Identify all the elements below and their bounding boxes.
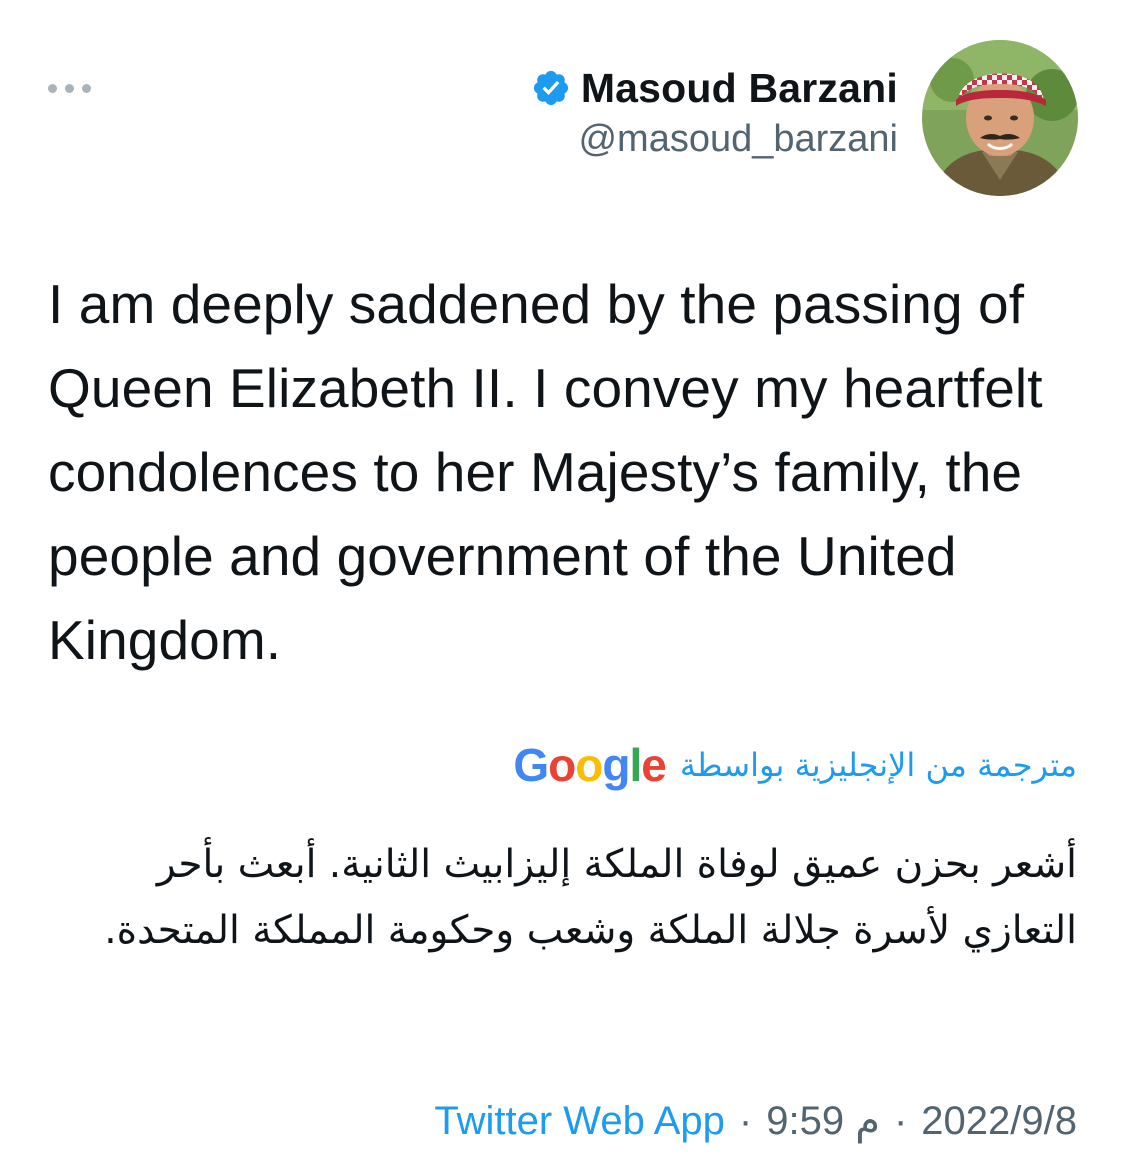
meta-separator: ·: [893, 1098, 908, 1143]
tweet-text: I am deeply saddened by the passing of Q…: [48, 273, 1043, 671]
meta-separator: ·: [738, 1098, 753, 1143]
tweet-meta: Twitter Web App · 9:59 م · 2022/9/8: [434, 1098, 1077, 1144]
more-dot: [48, 83, 57, 93]
translation-attribution[interactable]: مترجمة من الإنجليزية بواسطة Google: [513, 742, 1077, 788]
translation-label: مترجمة من الإنجليزية بواسطة: [679, 746, 1077, 784]
verified-badge-icon: [533, 70, 568, 106]
tweet-time[interactable]: 9:59 م: [766, 1098, 880, 1144]
google-logo-icon: Google: [513, 739, 666, 791]
tweet-date[interactable]: 2022/9/8: [921, 1099, 1077, 1144]
avatar-image: [922, 40, 1078, 196]
more-dot: [82, 83, 91, 93]
source-link[interactable]: Twitter Web App: [434, 1099, 725, 1144]
display-name[interactable]: Masoud Barzani: [581, 65, 898, 112]
user-handle[interactable]: @masoud_barzani: [531, 118, 898, 161]
author-block: Masoud Barzani @masoud_barzani: [531, 60, 898, 161]
more-dot: [65, 83, 74, 93]
name-row: Masoud Barzani: [531, 60, 898, 116]
avatar[interactable]: [922, 40, 1078, 196]
translated-text: أشعر بحزن عميق لوفاة الملكة إليزابيث الث…: [104, 842, 1077, 953]
more-options-button[interactable]: [48, 72, 104, 104]
